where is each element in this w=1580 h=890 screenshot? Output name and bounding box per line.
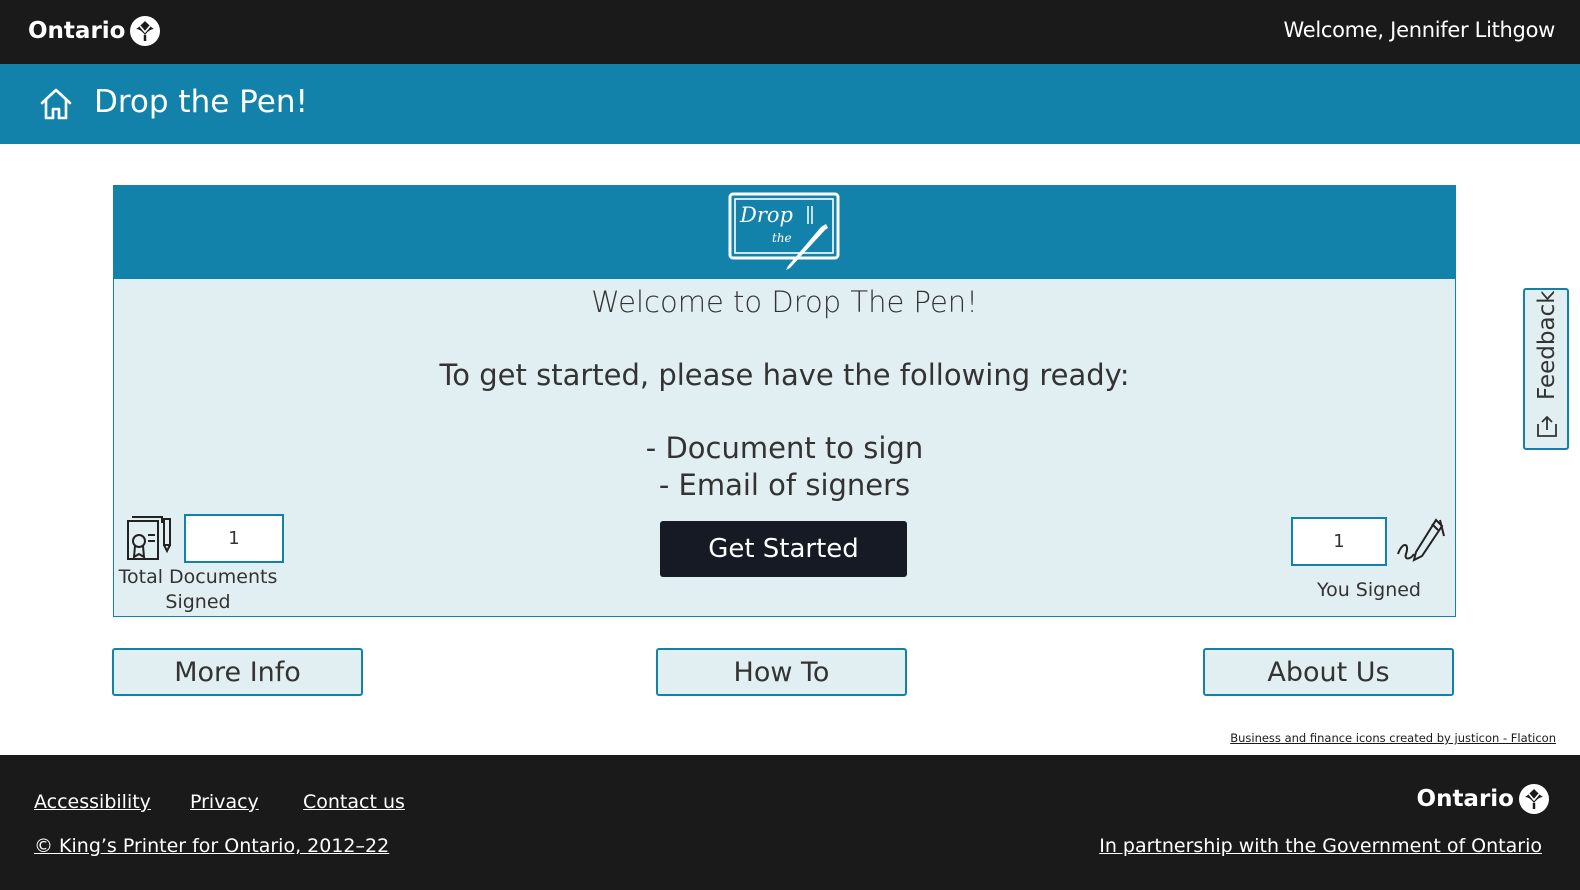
more-info-button[interactable]: More Info [112, 648, 363, 696]
requirement-item: - Document to sign [645, 431, 924, 465]
requirement-item: - Email of signers [658, 468, 911, 502]
signature-pen-icon [1397, 518, 1445, 562]
welcome-user-text: Welcome, Jennifer Lithgow [1283, 18, 1555, 42]
trillium-icon [130, 16, 161, 46]
top-bar: Ontario Welcome, Jennifer Lithgow [0, 0, 1580, 64]
footer-contact-link[interactable]: Contact us [303, 791, 405, 813]
share-icon [1537, 415, 1557, 437]
welcome-panel: Drop the Welcome to Drop The Pen! To get… [113, 185, 1456, 617]
get-started-button[interactable]: Get Started [660, 521, 907, 577]
svg-text:Drop: Drop [739, 203, 793, 227]
about-us-button[interactable]: About Us [1203, 648, 1454, 696]
ontario-wordmark: Ontario [1416, 786, 1514, 812]
requirements-list: - Document to sign - Email of signers [114, 430, 1455, 504]
you-signed-label: You Signed [1317, 579, 1421, 601]
certificate-icon [127, 516, 171, 560]
drop-the-pen-logo: Drop the [728, 192, 840, 270]
icon-attribution-link[interactable]: Business and finance icons created by ju… [1230, 731, 1556, 745]
ontario-wordmark: Ontario [28, 18, 126, 44]
welcome-heading: Welcome to Drop The Pen! [591, 285, 978, 319]
feedback-tab[interactable]: Feedback [1523, 288, 1569, 450]
page-title: Drop the Pen! [94, 84, 308, 120]
how-to-button[interactable]: How To [656, 648, 907, 696]
footer-copyright-link[interactable]: © King’s Printer for Ontario, 2012–22 [34, 835, 389, 857]
footer: Accessibility Privacy Contact us © King’… [0, 755, 1580, 890]
you-signed-count: 1 [1291, 517, 1387, 566]
footer-partnership-link[interactable]: In partnership with the Government of On… [1099, 835, 1542, 857]
footer-privacy-link[interactable]: Privacy [190, 791, 259, 813]
feedback-label: Feedback [1534, 290, 1560, 400]
home-icon[interactable] [38, 86, 74, 122]
total-documents-signed-count: 1 [184, 514, 284, 563]
svg-text:the: the [772, 231, 792, 245]
total-documents-signed-label: Total Documents Signed [118, 566, 278, 613]
title-bar: Drop the Pen! [0, 64, 1580, 144]
ontario-logo[interactable]: Ontario [28, 15, 161, 47]
footer-accessibility-link[interactable]: Accessibility [34, 791, 151, 813]
instructions-text: To get started, please have the followin… [439, 358, 1130, 392]
panel-header: Drop the [114, 186, 1455, 279]
footer-ontario-logo[interactable]: Ontario [1417, 783, 1550, 815]
trillium-icon [1519, 784, 1549, 814]
